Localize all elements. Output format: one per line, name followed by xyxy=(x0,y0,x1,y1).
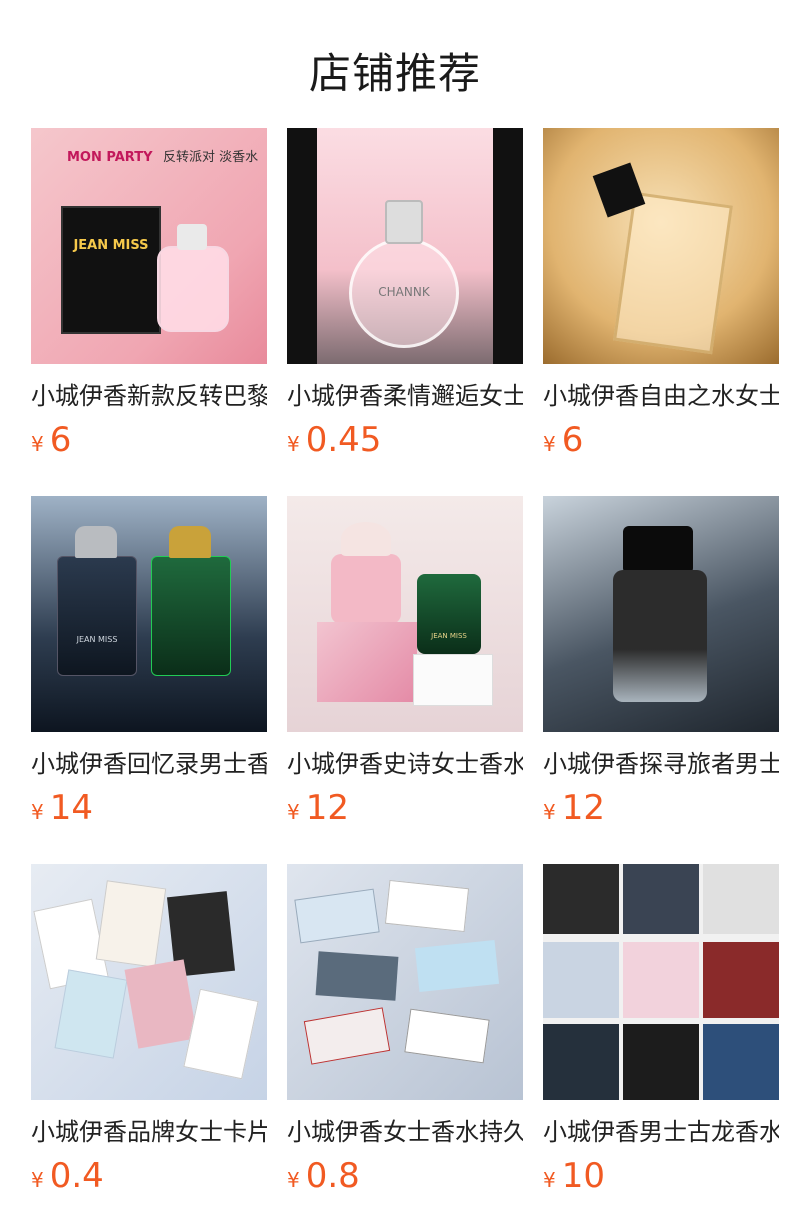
currency-symbol: ¥ xyxy=(543,800,556,824)
perfume-bottle-shape xyxy=(151,556,231,676)
product-price: ¥6 xyxy=(543,418,583,462)
card-sample-shape xyxy=(95,880,167,968)
perfume-bottle-shape: JEAN MISS xyxy=(57,556,137,676)
perfume-bottle-shape xyxy=(331,554,401,624)
product-name[interactable]: 小城伊香新款反转巴黎 xyxy=(31,378,267,414)
currency-symbol: ¥ xyxy=(287,1168,300,1192)
product-name[interactable]: 小城伊香自由之水女士 xyxy=(543,378,779,414)
product-image[interactable] xyxy=(543,496,779,732)
product-card[interactable]: JEAN MISS 小城伊香史诗女士香水 ¥12 xyxy=(287,496,523,836)
product-image[interactable]: MON PARTY 反转派对 淡香水 JEAN MISS xyxy=(31,128,267,364)
bottle-label-text: JEAN MISS xyxy=(76,635,118,644)
product-price: ¥0.8 xyxy=(287,1154,360,1198)
product-image[interactable]: JEAN MISS xyxy=(287,496,523,732)
gift-set-shape xyxy=(543,942,619,1018)
bottle-cap-shape xyxy=(75,526,117,558)
product-price: ¥12 xyxy=(287,786,349,830)
price-value: 12 xyxy=(561,788,605,828)
gift-set-shape xyxy=(703,864,779,934)
product-price: ¥0.45 xyxy=(287,418,381,462)
box-brand-text: JEAN MISS xyxy=(73,238,149,253)
product-card[interactable]: MON PARTY 反转派对 淡香水 JEAN MISS 小城伊香新款反转巴黎 … xyxy=(31,128,267,468)
perfume-bottle-shape: JEAN MISS xyxy=(417,574,481,654)
perfume-box-shape xyxy=(303,1007,391,1065)
bottle-cap-shape xyxy=(341,522,391,556)
bottle-cap-shape xyxy=(623,526,693,574)
bottle-cap-shape xyxy=(169,526,211,558)
product-name[interactable]: 小城伊香女士香水持久 xyxy=(287,1114,523,1150)
price-value: 14 xyxy=(49,788,93,828)
product-name[interactable]: 小城伊香史诗女士香水 xyxy=(287,746,523,782)
product-card[interactable]: JEAN MISS 小城伊香回忆录男士香 ¥14 xyxy=(31,496,267,836)
bottle-cap-shape xyxy=(177,224,207,250)
product-name[interactable]: 小城伊香男士古龙香水 xyxy=(543,1114,779,1150)
perfume-bottle-shape xyxy=(613,191,733,355)
perfume-box-shape xyxy=(384,879,470,933)
gift-set-shape xyxy=(623,864,699,934)
product-card[interactable]: 小城伊香男士古龙香水 ¥10 xyxy=(543,864,779,1204)
store-recommendations-page: 店铺推荐 MON PARTY 反转派对 淡香水 JEAN MISS 小城伊香新款… xyxy=(0,0,790,1232)
currency-symbol: ¥ xyxy=(543,432,556,456)
product-card[interactable]: 小城伊香女士香水持久 ¥0.8 xyxy=(287,864,523,1204)
currency-symbol: ¥ xyxy=(31,800,44,824)
product-price: ¥12 xyxy=(543,786,605,830)
product-image[interactable] xyxy=(287,864,523,1100)
gift-set-shape xyxy=(703,1024,779,1100)
currency-symbol: ¥ xyxy=(31,1168,44,1192)
currency-symbol: ¥ xyxy=(287,800,300,824)
gift-set-shape xyxy=(623,1024,699,1100)
card-sample-shape xyxy=(183,988,259,1080)
price-value: 0.45 xyxy=(305,420,382,460)
product-image[interactable]: CHANNK xyxy=(287,128,523,364)
currency-symbol: ¥ xyxy=(543,1168,556,1192)
currency-symbol: ¥ xyxy=(31,432,44,456)
gift-set-shape xyxy=(623,942,699,1018)
currency-symbol: ¥ xyxy=(287,432,300,456)
product-image[interactable]: JEAN MISS xyxy=(31,496,267,732)
gift-set-shape xyxy=(703,942,779,1018)
perfume-box-shape xyxy=(404,1008,490,1064)
bottle-label-text: CHANNK xyxy=(378,285,430,299)
product-price: ¥6 xyxy=(31,418,71,462)
perfume-bottle-shape xyxy=(157,246,229,332)
banner-tagline-text: 反转派对 淡香水 xyxy=(163,150,259,165)
price-value: 0.8 xyxy=(305,1156,360,1196)
product-card[interactable]: 小城伊香品牌女士卡片 ¥0.4 xyxy=(31,864,267,1204)
product-card[interactable]: 小城伊香探寻旅者男士 ¥12 xyxy=(543,496,779,836)
perfume-box-shape xyxy=(294,888,380,944)
product-name[interactable]: 小城伊香回忆录男士香 xyxy=(31,746,267,782)
perfume-bottle-shape: CHANNK xyxy=(349,238,459,348)
price-value: 6 xyxy=(561,420,584,460)
price-value: 10 xyxy=(561,1156,605,1196)
card-sample-shape xyxy=(54,969,128,1059)
product-price: ¥0.4 xyxy=(31,1154,104,1198)
product-image[interactable] xyxy=(31,864,267,1100)
bottle-cap-shape xyxy=(385,200,423,244)
product-price: ¥10 xyxy=(543,1154,605,1198)
product-name[interactable]: 小城伊香柔情邂逅女士 xyxy=(287,378,523,414)
page-title: 店铺推荐 xyxy=(308,49,481,98)
product-name[interactable]: 小城伊香品牌女士卡片 xyxy=(31,1114,267,1150)
product-card[interactable]: CHANNK 小城伊香柔情邂逅女士 ¥0.45 xyxy=(287,128,523,468)
price-value: 6 xyxy=(49,420,72,460)
product-name[interactable]: 小城伊香探寻旅者男士 xyxy=(543,746,779,782)
product-image[interactable] xyxy=(543,128,779,364)
perfume-box-shape xyxy=(317,622,417,702)
banner-brand-text: MON PARTY xyxy=(67,150,153,165)
product-card[interactable]: 小城伊香自由之水女士 ¥6 xyxy=(543,128,779,468)
price-value: 0.4 xyxy=(49,1156,104,1196)
gift-set-shape xyxy=(543,1024,619,1100)
perfume-box-shape xyxy=(315,951,399,1001)
gift-set-shape xyxy=(543,864,619,934)
perfume-box-shape xyxy=(413,654,493,706)
perfume-box-shape: JEAN MISS xyxy=(61,206,161,334)
bottle-label-text: JEAN MISS xyxy=(431,632,467,640)
product-image[interactable] xyxy=(543,864,779,1100)
price-value: 12 xyxy=(305,788,349,828)
perfume-box-shape xyxy=(414,939,500,993)
product-price: ¥14 xyxy=(31,786,93,830)
perfume-bottle-shape xyxy=(613,570,707,702)
